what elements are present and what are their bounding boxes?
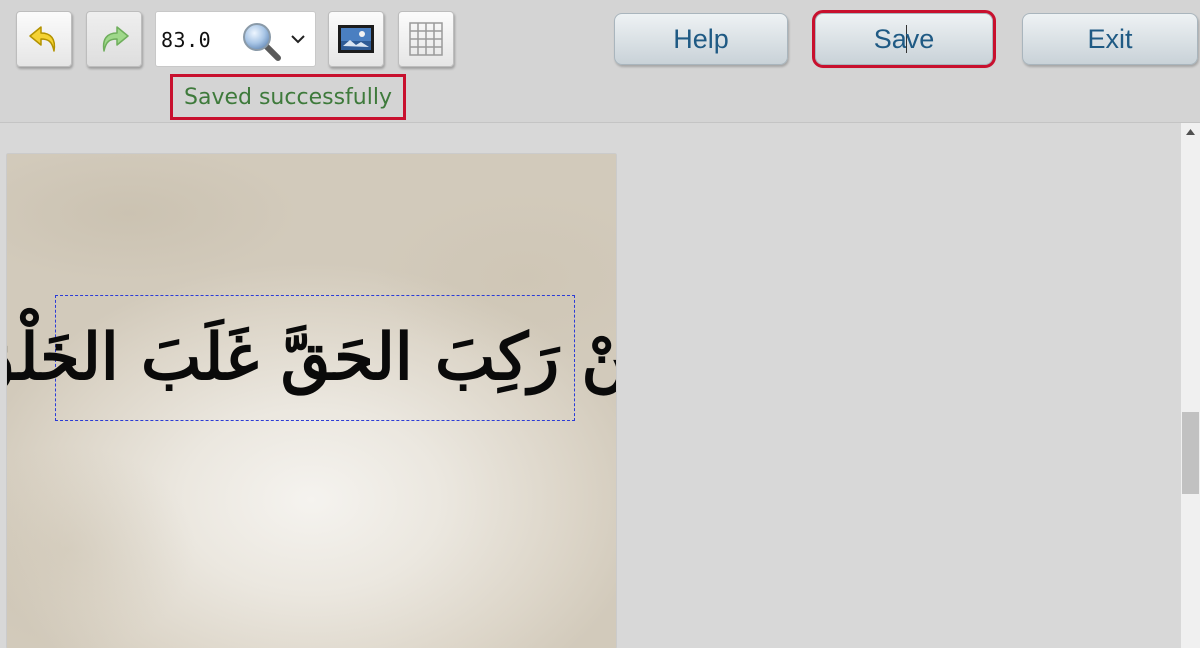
calligraphy-text[interactable]: مَنْ رَكِبَ الحَقَّ غَلَبَ الخَلْقَ	[7, 326, 616, 390]
grid-button[interactable]	[398, 11, 454, 67]
grid-icon	[409, 22, 443, 56]
zoom-value-input[interactable]: 83.0	[161, 28, 211, 52]
toolbar: 83.0 Saved successfully Help Sa ve Exit	[0, 0, 1200, 123]
redo-arrow-icon	[102, 26, 129, 52]
vertical-scrollbar[interactable]	[1181, 123, 1200, 648]
scroll-up-button[interactable]	[1181, 123, 1200, 140]
undo-button[interactable]	[16, 11, 72, 67]
paper-background[interactable]: مَنْ رَكِبَ الحَقَّ غَلَبَ الخَلْقَ	[7, 154, 616, 648]
redo-button[interactable]	[86, 11, 142, 67]
scroll-thumb[interactable]	[1182, 412, 1199, 494]
undo-arrow-icon	[29, 26, 56, 52]
magnifier-icon[interactable]	[240, 20, 282, 62]
save-button[interactable]: Sa ve	[812, 10, 996, 68]
app-window: 83.0 Saved successfully Help Sa ve Exit …	[0, 0, 1200, 648]
save-label-start: Sa	[873, 23, 907, 54]
landscape-image-icon	[338, 25, 374, 53]
save-label-end: ve	[905, 23, 935, 54]
help-button[interactable]: Help	[614, 13, 788, 65]
exit-button[interactable]: Exit	[1022, 13, 1198, 65]
chevron-down-icon[interactable]	[289, 32, 307, 46]
canvas-area[interactable]: مَنْ رَكِبَ الحَقَّ غَلَبَ الخَلْقَ	[0, 123, 1181, 648]
calligraphy-selection[interactable]: مَنْ رَكِبَ الحَقَّ غَلَبَ الخَلْقَ	[7, 295, 616, 421]
chevron-up-icon	[1186, 128, 1195, 135]
status-message: Saved successfully	[170, 74, 406, 120]
background-image-button[interactable]	[328, 11, 384, 67]
zoom-combobox[interactable]: 83.0	[155, 11, 316, 67]
